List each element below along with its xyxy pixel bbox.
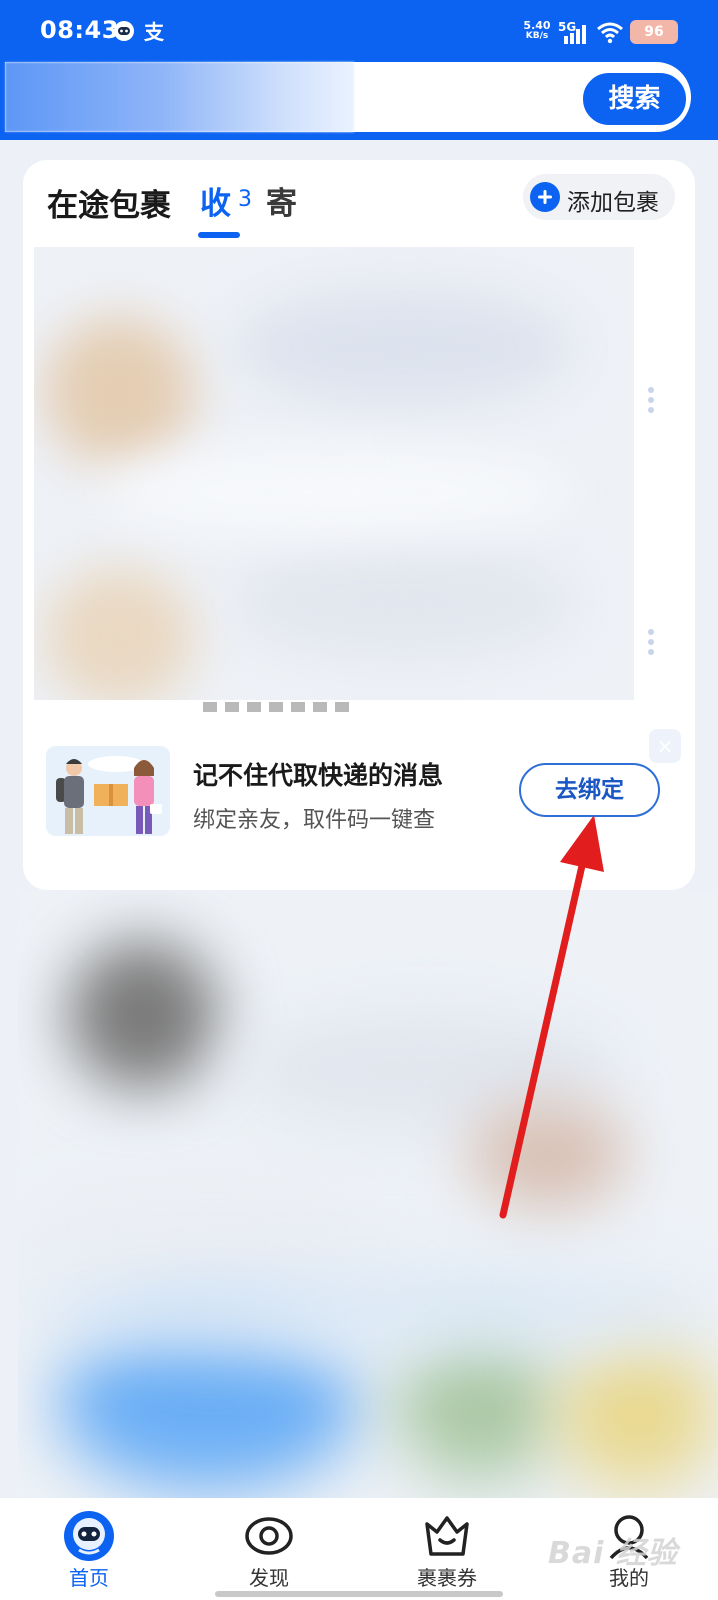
active-tab-indicator <box>198 232 240 238</box>
courier-handover-illustration <box>46 746 170 836</box>
wifi-icon <box>597 22 623 44</box>
more-options-icon[interactable] <box>646 627 656 657</box>
status-bar: 08:43 支 5.40 KB/s 5G 96 <box>0 0 718 62</box>
nav-discover-label: 发现 <box>249 1566 289 1590</box>
blur-blob <box>44 567 194 700</box>
in-transit-packages-card: 在途包裹 收 3 寄 添加包裹 记不住代取快递的消息 绑定亲友，取件码一键查 去… <box>23 160 695 890</box>
card-title: 在途包裹 <box>47 188 171 224</box>
tab-send[interactable]: 寄 <box>266 178 297 223</box>
bind-banner-subtitle: 绑定亲友，取件码一键查 <box>193 808 436 833</box>
search-button[interactable]: 搜索 <box>580 70 689 128</box>
robot-notification-icon <box>114 21 134 41</box>
go-bind-button[interactable]: 去绑定 <box>519 763 660 817</box>
tab-receive-count: 3 <box>238 187 252 212</box>
home-robot-icon <box>64 1511 114 1561</box>
nav-coupons[interactable]: 裹裹券 <box>387 1498 507 1600</box>
network-speed: 5.40 KB/s <box>520 20 554 42</box>
add-package-button[interactable]: 添加包裹 <box>523 174 675 220</box>
nav-coupons-label: 裹裹券 <box>417 1566 477 1590</box>
network-speed-value: 5.40 <box>523 19 551 32</box>
close-banner-icon[interactable]: × <box>649 729 681 763</box>
signal-icon <box>564 25 586 44</box>
more-options-icon[interactable] <box>646 385 656 415</box>
plus-circle-icon <box>530 182 560 212</box>
clipped-package-status <box>203 698 353 719</box>
network-speed-unit: KB/s <box>525 31 549 41</box>
clipped-text-fragment <box>203 702 349 712</box>
content-feed-redacted[interactable] <box>18 890 718 1502</box>
blur-blob <box>234 287 574 407</box>
nav-discover[interactable]: 发现 <box>209 1498 329 1600</box>
baidu-jingyan-watermark: Bai 经验 <box>548 1536 678 1571</box>
eye-icon <box>245 1517 293 1555</box>
blur-blob <box>18 1270 718 1350</box>
battery-indicator: 96 <box>630 20 678 44</box>
status-time: 08:43 <box>40 16 119 44</box>
package-list-redacted[interactable] <box>34 247 634 700</box>
crown-bag-icon <box>425 1516 469 1556</box>
alipay-notification-icon: 支 <box>144 20 164 44</box>
tab-receive[interactable]: 收 <box>200 178 231 223</box>
blur-blob <box>558 1340 718 1490</box>
blur-blob <box>44 317 194 467</box>
blur-blob <box>94 447 574 537</box>
bind-banner-title: 记不住代取快递的消息 <box>193 761 444 790</box>
add-package-label: 添加包裹 <box>567 190 659 216</box>
blur-blob <box>68 940 218 1090</box>
search-bar[interactable]: 搜索 <box>5 62 691 132</box>
blur-blob <box>234 547 574 657</box>
nav-home[interactable]: 首页 <box>29 1498 149 1600</box>
search-input-redacted[interactable] <box>5 62 354 132</box>
nav-home-label: 首页 <box>69 1566 109 1590</box>
blur-blob <box>468 1100 628 1210</box>
bind-family-banner: 记不住代取快递的消息 绑定亲友，取件码一键查 去绑定 × <box>23 729 695 890</box>
blur-blob <box>398 1330 558 1480</box>
home-indicator[interactable] <box>215 1591 503 1597</box>
